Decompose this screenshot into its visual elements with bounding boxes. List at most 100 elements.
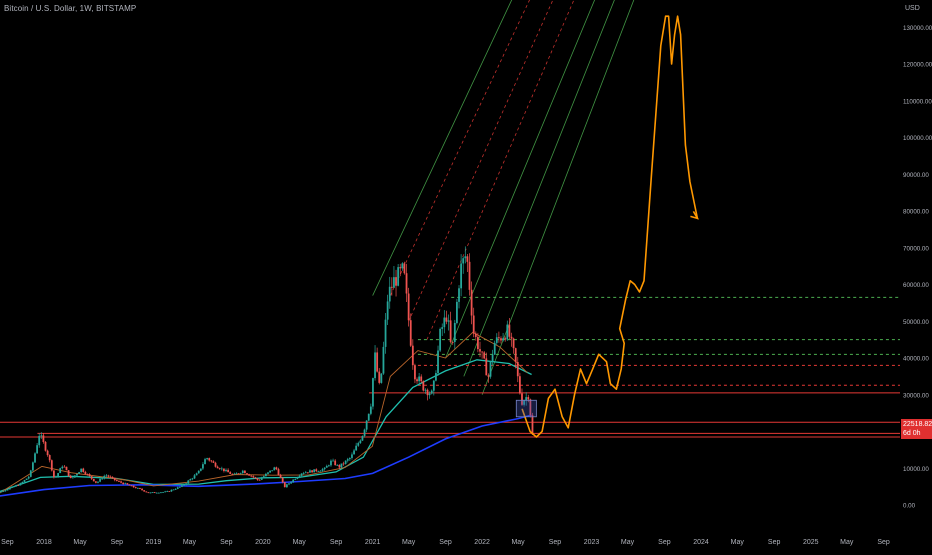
candle-body bbox=[181, 485, 183, 486]
candle-body bbox=[91, 476, 93, 479]
time-tick-label: Sep bbox=[877, 539, 890, 546]
candle-body bbox=[131, 486, 133, 487]
time-tick-label: May bbox=[731, 539, 745, 546]
candle-body bbox=[341, 464, 343, 468]
candle-body bbox=[320, 471, 322, 472]
candle-body bbox=[141, 489, 143, 490]
candle-body bbox=[47, 451, 49, 455]
candle-body bbox=[99, 479, 101, 482]
candle-body bbox=[70, 476, 72, 478]
candle-body bbox=[506, 325, 508, 340]
candle-body bbox=[210, 460, 212, 461]
candle-body bbox=[252, 476, 254, 477]
candle-body bbox=[24, 480, 26, 482]
candle-body bbox=[200, 469, 202, 471]
candle-body bbox=[410, 320, 412, 345]
candle-body bbox=[13, 486, 15, 487]
time-tick-label: May bbox=[621, 539, 635, 546]
time-tick-label: May bbox=[840, 539, 854, 546]
candle-body bbox=[418, 377, 420, 382]
candle-body bbox=[114, 478, 116, 480]
candle-body bbox=[330, 461, 332, 466]
candle-body bbox=[527, 397, 529, 399]
candle-body bbox=[150, 493, 152, 494]
candle-body bbox=[231, 474, 233, 475]
candle-body bbox=[124, 483, 126, 484]
zone-box-group bbox=[516, 400, 536, 417]
candle-body bbox=[122, 483, 124, 484]
time-tick-label: Sep bbox=[439, 539, 452, 546]
candle-body bbox=[502, 338, 504, 340]
candle-body bbox=[244, 471, 246, 473]
candle-body bbox=[213, 461, 215, 462]
candle-body bbox=[404, 263, 406, 273]
candle-body bbox=[171, 490, 173, 492]
candle-body bbox=[353, 450, 355, 454]
candle-body bbox=[15, 485, 17, 486]
candle-body bbox=[265, 474, 267, 476]
candle-body bbox=[399, 267, 401, 268]
channel-line-5 bbox=[464, 0, 692, 376]
pitchfork-channel-lines bbox=[373, 0, 701, 395]
candle-body bbox=[519, 376, 521, 393]
candle-body bbox=[452, 342, 454, 343]
candle-body bbox=[177, 487, 179, 489]
candle-body bbox=[32, 462, 34, 470]
candle-body bbox=[383, 347, 385, 374]
candle-body bbox=[219, 468, 221, 469]
candle-body bbox=[217, 467, 219, 469]
candle-body bbox=[372, 378, 374, 406]
candle-body bbox=[317, 471, 319, 472]
time-tick-label: Sep bbox=[111, 539, 124, 546]
candle-body bbox=[393, 277, 395, 288]
candle-body bbox=[145, 491, 147, 492]
price-tick-label: 120000.00 bbox=[903, 62, 932, 69]
candle-body bbox=[202, 464, 204, 468]
candle-body bbox=[173, 490, 175, 491]
candle-body bbox=[366, 421, 368, 430]
candle-body bbox=[143, 490, 145, 491]
current-price-countdown: 6d 0h bbox=[903, 429, 930, 438]
price-axis: USD0.0010000.0020000.0030000.0040000.005… bbox=[900, 0, 932, 550]
symbol-header: Bitcoin / U.S. Dollar, 1W, BITSTAMP bbox=[4, 4, 136, 13]
candle-body bbox=[485, 358, 487, 375]
candle-body bbox=[355, 446, 357, 451]
chart-area[interactable]: USD0.0010000.0020000.0030000.0040000.005… bbox=[0, 0, 932, 550]
candle-body bbox=[315, 469, 317, 471]
candle-body bbox=[303, 473, 305, 474]
candle-body bbox=[263, 476, 265, 478]
candle-body bbox=[162, 492, 164, 493]
candle-body bbox=[338, 465, 340, 468]
candle-body bbox=[387, 301, 389, 319]
candle-body bbox=[351, 454, 353, 458]
candle-body bbox=[273, 467, 275, 470]
candle-body bbox=[36, 445, 38, 453]
candle-body bbox=[68, 470, 70, 476]
candle-body bbox=[126, 483, 128, 484]
candle-body bbox=[462, 258, 464, 263]
candle-body bbox=[443, 318, 445, 328]
candle-body bbox=[313, 469, 315, 472]
candle-body bbox=[513, 339, 515, 349]
candle-body bbox=[156, 493, 158, 494]
candle-body bbox=[433, 381, 435, 391]
candle-body bbox=[3, 491, 5, 492]
candle-body bbox=[385, 320, 387, 347]
candle-body bbox=[487, 375, 489, 376]
price-tick-label: 90000.00 bbox=[903, 172, 929, 179]
channel-line-4 bbox=[446, 0, 683, 358]
price-tick-label: 40000.00 bbox=[903, 356, 929, 363]
candle-body bbox=[322, 469, 324, 471]
price-tick-label: 80000.00 bbox=[903, 209, 929, 216]
channel-line-6 bbox=[482, 0, 701, 395]
candle-body bbox=[198, 471, 200, 474]
time-tick-label: May bbox=[402, 539, 416, 546]
candle-body bbox=[454, 323, 456, 342]
candle-body bbox=[496, 337, 498, 343]
candle-body bbox=[464, 256, 466, 258]
candle-body bbox=[469, 262, 471, 290]
candle-body bbox=[473, 316, 475, 334]
price-chart[interactable]: USD0.0010000.0020000.0030000.0040000.005… bbox=[0, 0, 932, 550]
candle-body bbox=[187, 480, 189, 483]
time-tick-label: 2018 bbox=[36, 539, 52, 546]
